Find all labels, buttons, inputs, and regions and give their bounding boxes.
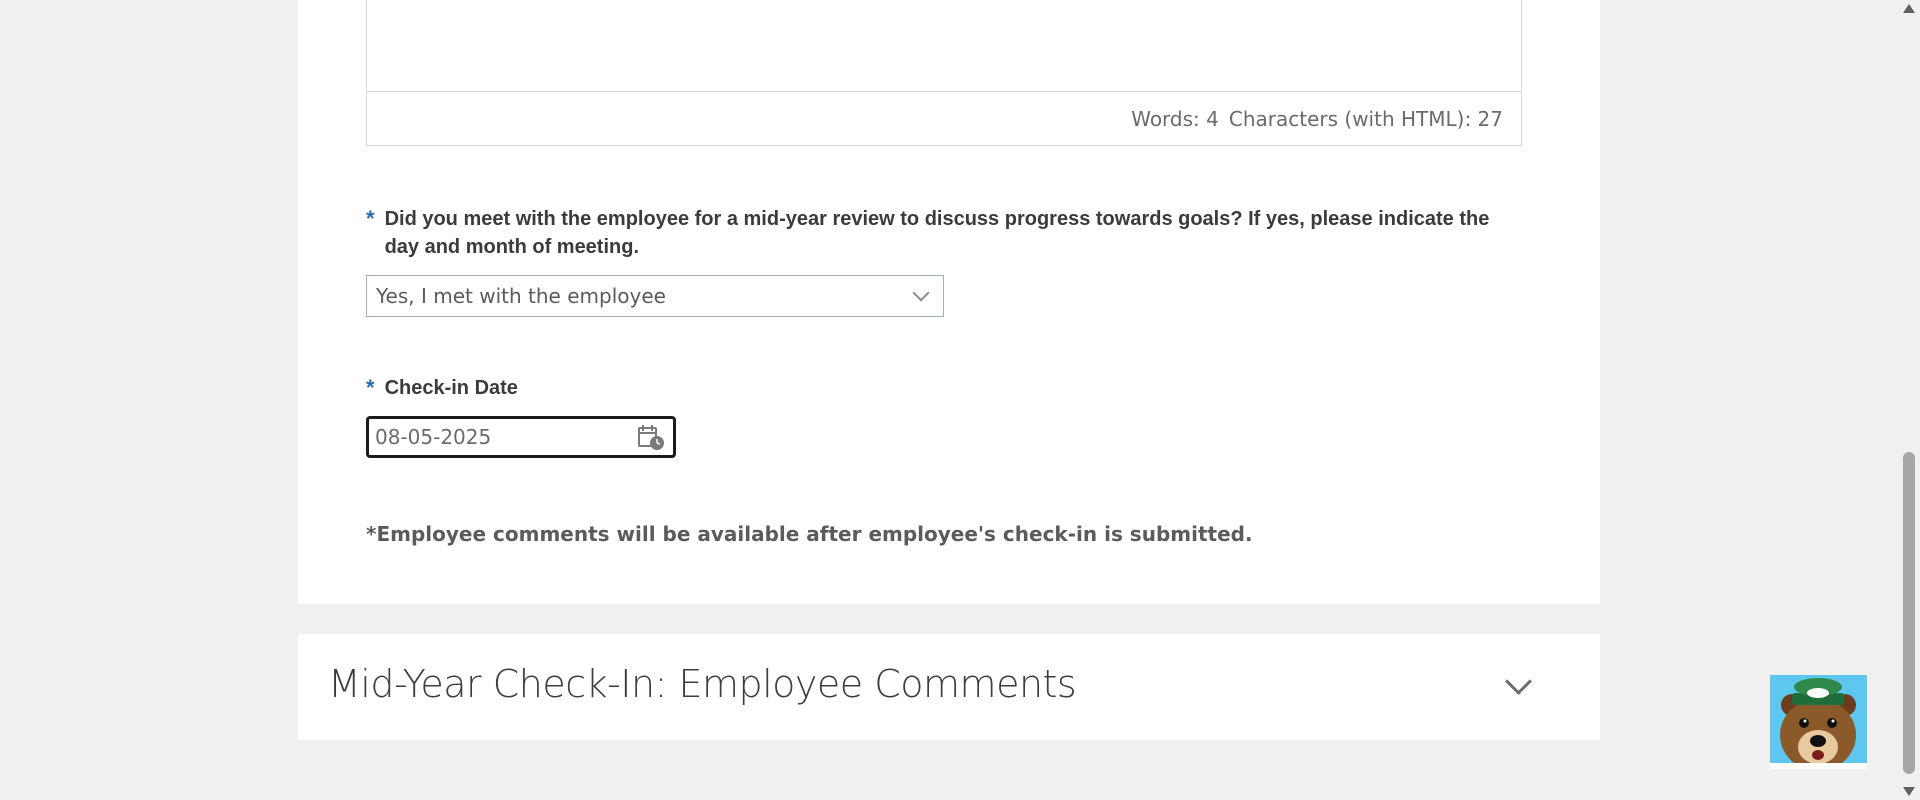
calendar-icon[interactable] — [637, 423, 665, 451]
section-title: Mid-Year Check-In: Employee Comments — [328, 662, 1077, 706]
form-panel: Words: 4 Characters (with HTML): 27 * Di… — [298, 0, 1600, 604]
checkin-date-value: 08-05-2025 — [375, 425, 492, 449]
chevron-down-icon[interactable] — [1505, 668, 1532, 695]
required-indicator: * — [366, 206, 375, 231]
vertical-scrollbar[interactable] — [1898, 0, 1920, 800]
checkin-date-label-row: * Check-in Date — [366, 374, 518, 402]
editor-status-bar: Words: 4 Characters (with HTML): 27 — [367, 91, 1521, 145]
bear-mascot-icon[interactable] — [1770, 675, 1867, 769]
checkin-date-input[interactable]: 08-05-2025 — [366, 416, 676, 458]
employee-comments-note: *Employee comments will be available aft… — [366, 522, 1253, 546]
employee-comments-section[interactable]: Mid-Year Check-In: Employee Comments — [298, 634, 1600, 740]
meeting-select[interactable]: Yes, I met with the employee — [366, 275, 944, 317]
character-count: Characters (with HTML): 27 — [1228, 106, 1503, 131]
checkin-date-label: Check-in Date — [384, 377, 518, 399]
word-count: Words: 4 — [1131, 106, 1219, 131]
meeting-question: * Did you meet with the employee for a m… — [366, 205, 1526, 261]
scroll-down-arrow-icon[interactable] — [1903, 787, 1915, 796]
scroll-up-arrow-icon[interactable] — [1903, 4, 1915, 13]
meeting-select-value: Yes, I met with the employee — [376, 284, 666, 308]
scrollbar-thumb[interactable] — [1903, 452, 1915, 774]
rich-text-editor[interactable]: Words: 4 Characters (with HTML): 27 — [366, 0, 1522, 146]
chevron-down-icon[interactable] — [912, 284, 930, 302]
meeting-question-label: Did you meet with the employee for a mid… — [384, 208, 1490, 258]
required-indicator: * — [366, 375, 375, 400]
